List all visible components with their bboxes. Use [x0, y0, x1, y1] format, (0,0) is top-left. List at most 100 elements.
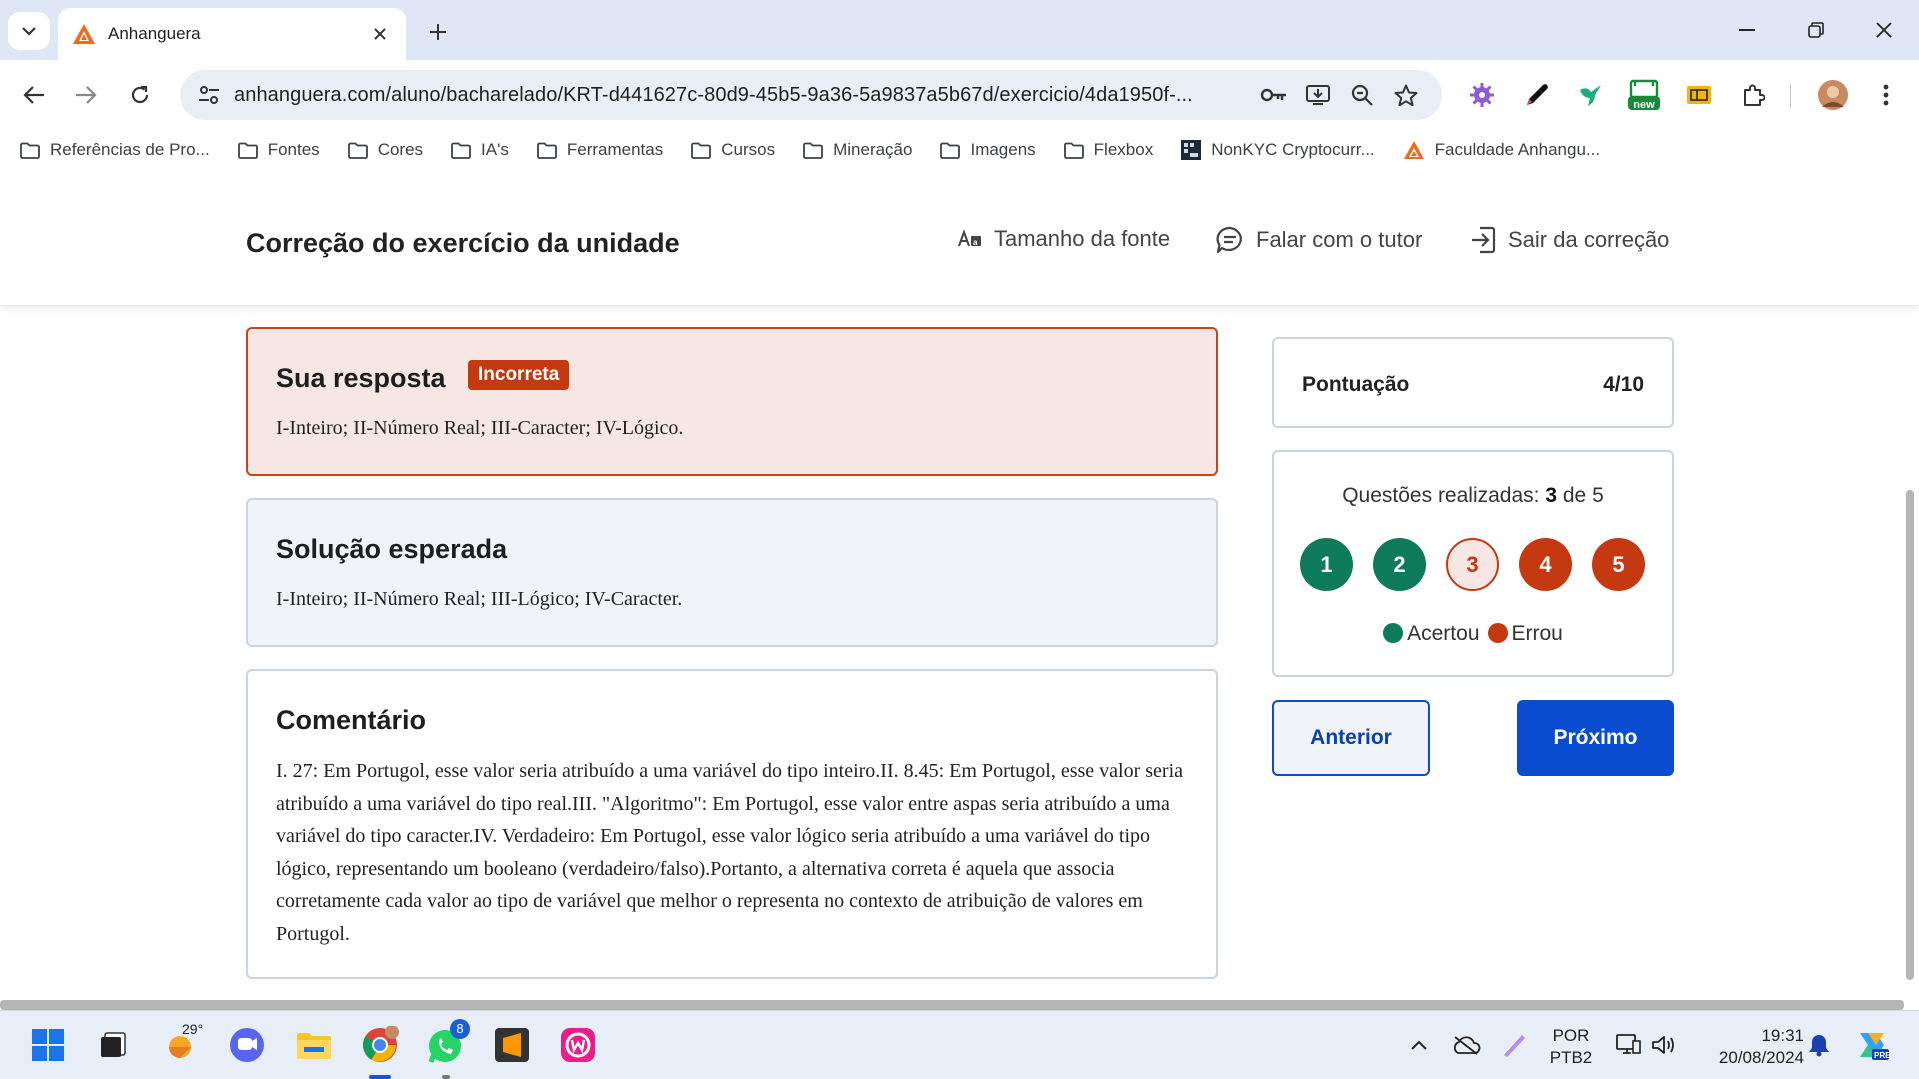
color-picker-icon[interactable]	[1517, 75, 1557, 115]
windows-logo-icon	[32, 1029, 64, 1061]
hummingbird-extension-icon[interactable]	[1570, 75, 1610, 115]
close-icon	[1876, 22, 1892, 38]
file-explorer-taskbar-icon[interactable]	[292, 1023, 336, 1067]
notification-bell-icon[interactable]	[1797, 1023, 1841, 1067]
score-label: Pontuação	[1302, 373, 1410, 396]
password-key-icon[interactable]	[1252, 75, 1296, 115]
question-circle-2[interactable]: 2	[1373, 538, 1426, 591]
bookmark-label: Mineração	[833, 140, 913, 159]
result-legend: Acertou Errou	[1274, 622, 1672, 646]
question-circle-3[interactable]: 3	[1446, 538, 1499, 591]
arrow-right-icon	[76, 86, 97, 104]
onedrive-icon[interactable]	[1444, 1023, 1488, 1067]
question-circle-5[interactable]: 5	[1592, 538, 1645, 591]
question-circle-1[interactable]: 1	[1300, 538, 1353, 591]
legend-correct: Acertou	[1383, 622, 1480, 646]
talk-to-tutor-button[interactable]: Falar com o tutor	[1216, 226, 1422, 254]
bookmark-item[interactable]: Referências de Pro...	[20, 140, 210, 160]
folder-icon	[803, 142, 823, 159]
bookmark-item[interactable]: Fontes	[237, 140, 320, 160]
slides-extension-icon[interactable]	[1679, 75, 1719, 115]
tray-overflow-chevron-icon[interactable]	[1397, 1023, 1441, 1067]
close-window-button[interactable]	[1861, 10, 1907, 50]
bookmark-item[interactable]: Cursos	[691, 140, 775, 160]
expected-solution-title: Solução esperada	[276, 534, 508, 564]
folder-icon	[1063, 142, 1084, 159]
whatsapp-taskbar-icon[interactable]: 8	[424, 1019, 470, 1067]
site-info-icon[interactable]	[194, 80, 224, 110]
exit-label: Sair da correção	[1508, 227, 1670, 252]
wamp-taskbar-icon[interactable]	[556, 1023, 600, 1067]
copilot-icon[interactable]: PRE	[1850, 1023, 1894, 1067]
bookmark-item[interactable]: IA's	[451, 140, 509, 160]
discord-taskbar-icon[interactable]	[225, 1023, 269, 1067]
weather-widget[interactable]: 29°	[160, 1021, 204, 1067]
tab-close-icon[interactable]	[368, 22, 392, 46]
questions-prefix: Questões realizadas:	[1342, 484, 1540, 507]
weather-temp: 29°	[182, 1021, 204, 1037]
bookmark-item[interactable]: Cores	[347, 140, 423, 160]
volume-icon[interactable]	[1642, 1023, 1686, 1067]
start-button[interactable]	[26, 1023, 70, 1067]
extension-gear-icon[interactable]	[1462, 75, 1502, 115]
back-button[interactable]	[14, 75, 54, 115]
horizontal-scrollbar[interactable]	[0, 1000, 1904, 1010]
zoom-icon[interactable]	[1340, 75, 1384, 115]
exit-icon	[1472, 226, 1496, 254]
tab-search-button[interactable]	[8, 12, 50, 50]
windows-taskbar: 29° 8 POR PTB2 19:31 20/08/2024 PRE	[0, 1010, 1919, 1079]
clock-date: 20/08/2024	[1718, 1048, 1804, 1067]
whatsapp-badge: 8	[450, 1019, 470, 1039]
font-size-label: Tamanho da fonte	[994, 226, 1171, 251]
reload-button[interactable]	[120, 75, 160, 115]
task-view-icon	[101, 1032, 126, 1057]
expected-solution-text: I-Inteiro; II-Número Real; III-Lógico; I…	[276, 588, 683, 610]
chrome-taskbar-icon[interactable]	[358, 1023, 402, 1067]
language-top: POR	[1552, 1026, 1590, 1045]
clock[interactable]: 19:31 20/08/2024	[1694, 1025, 1804, 1069]
new-tab-button[interactable]	[422, 16, 454, 48]
forward-button[interactable]	[66, 75, 106, 115]
bookmark-item[interactable]: Faculdade Anhangu...	[1403, 140, 1600, 160]
bookmark-item[interactable]: Flexbox	[1063, 140, 1153, 160]
bookmark-item[interactable]: Imagens	[940, 140, 1036, 160]
previous-button[interactable]: Anterior	[1272, 700, 1430, 776]
anhanguera-favicon-icon	[73, 24, 95, 44]
bookmark-item[interactable]: NonKYC Cryptocurr...	[1181, 140, 1375, 160]
svg-text:a: a	[973, 238, 978, 247]
language-bottom: PTB2	[1549, 1048, 1593, 1067]
next-button[interactable]: Próximo	[1517, 700, 1674, 776]
restore-button[interactable]	[1793, 10, 1839, 50]
chrome-menu-icon[interactable]	[1866, 75, 1906, 115]
plus-icon	[430, 24, 446, 40]
bookmark-item[interactable]: Mineração	[803, 140, 912, 160]
nonkyc-icon	[1181, 140, 1202, 160]
vertical-scrollbar[interactable]	[1906, 490, 1914, 980]
task-view-button[interactable]	[92, 1023, 136, 1067]
correct-dot-icon	[1383, 623, 1404, 643]
install-app-icon[interactable]	[1296, 75, 1340, 115]
bookmark-star-icon[interactable]	[1384, 75, 1428, 115]
question-circle-4[interactable]: 4	[1519, 538, 1572, 591]
font-size-button[interactable]: a Tamanho da fonte	[958, 226, 1170, 252]
bookmark-label: Fontes	[267, 140, 320, 159]
address-bar[interactable]: anhanguera.com/aluno/bacharelado/KRT-d44…	[180, 70, 1442, 120]
language-indicator[interactable]: POR PTB2	[1546, 1025, 1596, 1069]
font-size-icon: a	[958, 230, 981, 247]
minimize-button[interactable]	[1724, 10, 1770, 50]
bookmark-label: IA's	[481, 140, 509, 159]
exit-correction-button[interactable]: Sair da correção	[1470, 226, 1669, 254]
bookmark-label: NonKYC Cryptocurr...	[1211, 140, 1375, 159]
extensions-puzzle-icon[interactable]	[1733, 75, 1773, 115]
active-tab[interactable]: Anhanguera	[58, 8, 406, 60]
restore-icon	[1808, 22, 1824, 38]
bookmark-item[interactable]: Ferramentas	[536, 140, 663, 160]
bookmarks-bar: Referências de Pro... Fontes Cores IA's Ferr…	[0, 130, 1919, 170]
new-extension-icon[interactable]: new	[1624, 75, 1664, 115]
pen-icon[interactable]	[1492, 1023, 1536, 1067]
url-text[interactable]: anhanguera.com/aluno/bacharelado/KRT-d44…	[234, 84, 1252, 107]
sublime-taskbar-icon[interactable]	[490, 1023, 534, 1067]
bookmark-label: Cursos	[721, 140, 776, 159]
profile-avatar[interactable]	[1813, 75, 1853, 115]
page-header: Correção do exercício da unidade a Taman…	[0, 182, 1919, 306]
